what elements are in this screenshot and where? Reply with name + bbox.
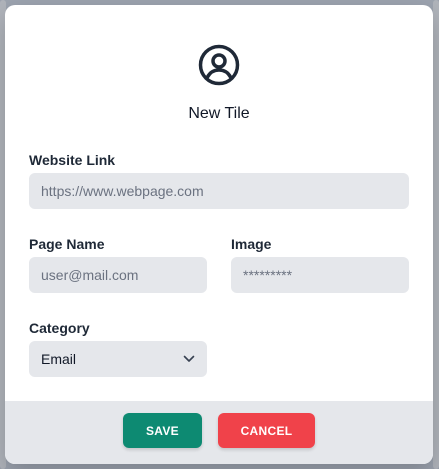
image-label: Image (231, 236, 272, 252)
backdrop-tile (433, 0, 439, 469)
user-circle-icon (198, 44, 240, 86)
cancel-button[interactable]: CANCEL (218, 413, 315, 448)
category-label: Category (29, 320, 90, 336)
dialog-footer: SAVE CANCEL (5, 401, 433, 464)
website-link-label: Website Link (29, 152, 116, 168)
image-input[interactable]: ********* (231, 257, 409, 293)
website-link-input[interactable]: https://www.webpage.com (29, 173, 409, 209)
dialog-title: New Tile (188, 105, 250, 122)
new-tile-dialog: New Tile Website Link https://www.webpag… (5, 5, 433, 464)
save-button[interactable]: SAVE (123, 413, 202, 448)
chevron-down-icon (183, 355, 195, 362)
category-selected-value: Email (41, 351, 77, 367)
page-name-label: Page Name (29, 236, 105, 252)
category-select[interactable]: Email (29, 341, 207, 377)
page-name-input[interactable]: user@mail.com (29, 257, 207, 293)
